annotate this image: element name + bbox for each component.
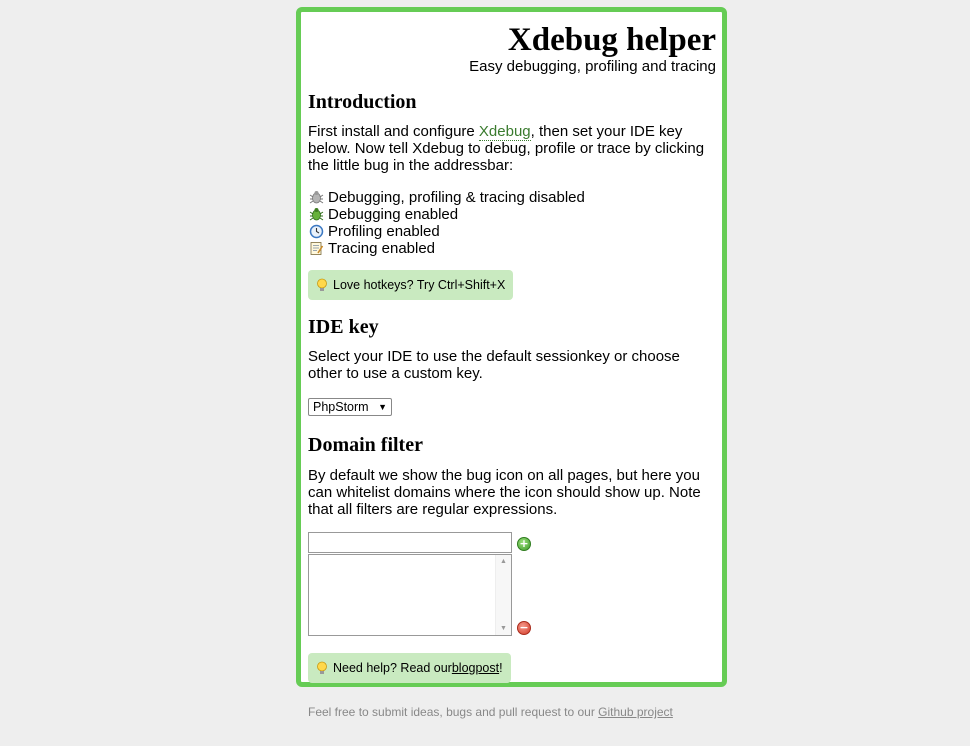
- xdebug-link[interactable]: Xdebug: [478, 123, 531, 141]
- state-label: Debugging, profiling & tracing disabled: [328, 189, 585, 206]
- introduction-heading: Introduction: [308, 91, 417, 113]
- domain-filter-heading: Domain filter: [308, 434, 423, 456]
- options-panel: Xdebug helper Easy debugging, profiling …: [296, 7, 727, 687]
- state-label: Profiling enabled: [328, 223, 440, 240]
- notepad-icon: [308, 240, 325, 257]
- state-list: Debugging, profiling & tracing disabled …: [308, 189, 716, 257]
- clock-icon: [308, 223, 325, 240]
- footer: Feel free to submit ideas, bugs and pull…: [308, 705, 673, 719]
- domain-filter-text: By default we show the bug icon on all p…: [308, 467, 701, 518]
- lightbulb-icon: [316, 278, 328, 293]
- header: Xdebug helper Easy debugging, profiling …: [308, 21, 716, 75]
- state-item-debugging: Debugging enabled: [308, 206, 716, 223]
- lightbulb-icon: [316, 661, 328, 676]
- blogpost-link[interactable]: blogpost: [452, 661, 499, 675]
- ide-key-select[interactable]: PhpStorm ▼: [308, 398, 392, 416]
- ide-key-selected-value: PhpStorm: [313, 400, 369, 414]
- add-filter-button[interactable]: +: [517, 537, 531, 551]
- introduction-text: First install and configure Xdebug, then…: [308, 123, 716, 174]
- remove-filter-button[interactable]: −: [517, 621, 531, 635]
- bug-enabled-icon: [308, 206, 325, 223]
- minus-icon: −: [519, 621, 529, 634]
- dropdown-arrow-icon: ▼: [378, 402, 387, 412]
- plus-icon: +: [519, 537, 529, 550]
- domain-filter-input[interactable]: [308, 532, 512, 553]
- help-text-before: Need help? Read our: [333, 661, 452, 675]
- github-project-link[interactable]: Github project: [598, 705, 673, 719]
- page-title: Xdebug helper: [507, 22, 716, 58]
- help-text-after: !: [499, 661, 503, 675]
- ide-key-text: Select your IDE to use the default sessi…: [308, 348, 680, 382]
- ide-key-heading: IDE key: [308, 316, 379, 338]
- domain-filter-editor: + ▲ ▼ −: [308, 532, 716, 636]
- hotkey-hint-text: Love hotkeys? Try Ctrl+Shift+X: [333, 278, 506, 292]
- domain-filter-list[interactable]: ▲ ▼: [308, 554, 512, 636]
- scroll-down-arrow-icon[interactable]: ▼: [500, 625, 507, 632]
- bug-disabled-icon: [308, 189, 325, 206]
- filter-list-scrollbar[interactable]: ▲ ▼: [495, 555, 511, 635]
- state-item-tracing: Tracing enabled: [308, 240, 716, 257]
- page-subtitle: Easy debugging, profiling and tracing: [469, 58, 716, 75]
- state-item-disabled: Debugging, profiling & tracing disabled: [308, 189, 716, 206]
- hotkey-hint: Love hotkeys? Try Ctrl+Shift+X: [308, 270, 514, 300]
- scroll-up-arrow-icon[interactable]: ▲: [500, 558, 507, 565]
- help-hint: Need help? Read our blogpost!: [308, 653, 511, 683]
- state-label: Debugging enabled: [328, 206, 459, 223]
- state-item-profiling: Profiling enabled: [308, 223, 716, 240]
- introduction-text-before: First install and configure: [308, 123, 479, 140]
- footer-text: Feel free to submit ideas, bugs and pull…: [308, 705, 599, 719]
- state-label: Tracing enabled: [328, 240, 436, 257]
